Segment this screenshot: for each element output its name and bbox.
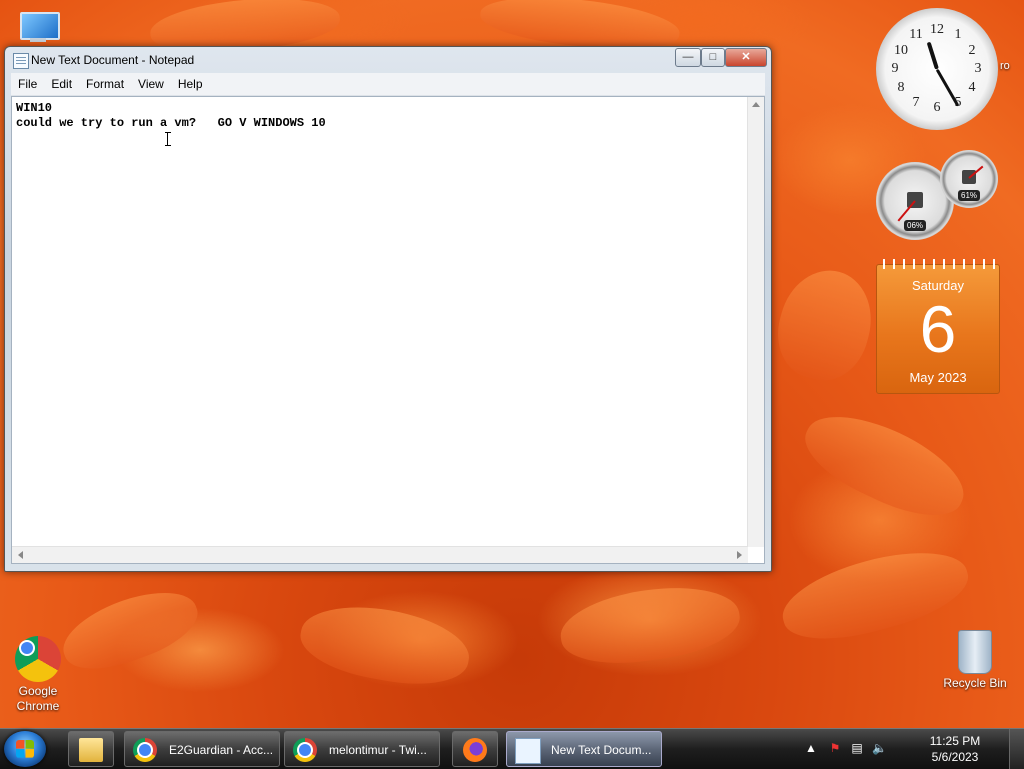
taskbar-button-label: E2Guardian - Acc... xyxy=(169,743,274,757)
menu-edit[interactable]: Edit xyxy=(44,73,79,95)
title-bar[interactable]: New Text Document - Notepad — □ ✕ xyxy=(5,47,771,73)
start-button[interactable] xyxy=(4,731,46,767)
calendar-day-number: 6 xyxy=(919,292,957,366)
window-title: New Text Document - Notepad xyxy=(31,53,195,67)
computer-icon[interactable] xyxy=(16,12,60,44)
scroll-right-icon[interactable] xyxy=(737,551,742,559)
clock-number: 1 xyxy=(954,27,962,42)
network-icon[interactable]: ▤ xyxy=(850,741,864,755)
clock-number: 11 xyxy=(909,27,923,42)
wallpaper-petal xyxy=(793,397,977,533)
show-hidden-icons-icon[interactable]: ▲ xyxy=(804,741,818,755)
calendar-rings xyxy=(879,259,997,269)
chrome-icon xyxy=(133,738,157,762)
clock-number: 9 xyxy=(891,61,899,76)
tray-date: 5/6/2023 xyxy=(931,750,979,764)
menu-format[interactable]: Format xyxy=(79,73,131,95)
volume-icon[interactable]: 🔈 xyxy=(872,741,887,755)
show-desktop-button[interactable] xyxy=(1009,729,1024,769)
taskbar-button-label: New Text Docum... xyxy=(551,743,652,757)
menu-bar: File Edit Format View Help xyxy=(11,73,765,96)
editor-line: WIN10 xyxy=(16,101,53,115)
clock-number: 12 xyxy=(930,22,944,37)
desktop-icon-chrome[interactable]: Google Chrome xyxy=(6,636,70,713)
wallpaper-petal xyxy=(295,595,475,695)
clock-number: 7 xyxy=(912,95,920,110)
calendar-gadget[interactable]: Saturday 6 May 2023 xyxy=(876,259,1000,394)
clock-gadget[interactable]: 12 1 2 3 4 5 6 7 8 9 10 11 xyxy=(876,8,998,130)
wallpaper-petal xyxy=(556,577,744,673)
memory-gauge[interactable]: 61% xyxy=(940,150,998,208)
memory-percent: 61% xyxy=(957,190,981,201)
editor-content[interactable]: WIN10 could we try to run a vm? GO V WIND… xyxy=(16,101,326,131)
clock-side-text: ro xyxy=(1000,60,1010,72)
editor-line: could we try to run a vm? GO V WINDOWS 1… xyxy=(16,116,326,130)
notepad-icon xyxy=(13,53,29,69)
clock-number: 2 xyxy=(968,43,976,58)
wallpaper-petal xyxy=(767,260,883,390)
tray-time: 11:25 PM xyxy=(929,734,981,748)
calendar-weekday: Saturday xyxy=(911,278,965,293)
chrome-icon xyxy=(293,738,317,762)
firefox-icon xyxy=(463,738,487,762)
scroll-left-icon[interactable] xyxy=(18,551,23,559)
taskbar-button-label: melontimur - Twi... xyxy=(329,743,427,757)
clock-number: 6 xyxy=(933,100,941,115)
recycle-bin-icon xyxy=(958,630,992,674)
taskbar-button-twitter[interactable]: melontimur - Twi... xyxy=(284,731,440,767)
cpu-percent: 06% xyxy=(903,220,927,231)
clock-number: 3 xyxy=(974,61,982,76)
horizontal-scrollbar[interactable] xyxy=(12,546,748,563)
taskbar-button-e2guardian[interactable]: E2Guardian - Acc... xyxy=(124,731,280,767)
maximize-button[interactable]: □ xyxy=(701,48,725,67)
wallpaper-petal xyxy=(53,577,207,683)
vertical-scrollbar[interactable] xyxy=(747,97,764,547)
desktop-icon-recycle-bin[interactable]: Recycle Bin xyxy=(940,630,1010,691)
taskbar-button-notepad[interactable]: New Text Docum... xyxy=(506,731,662,767)
taskbar-firefox-button[interactable] xyxy=(452,731,498,767)
desktop-icon-label: Google Chrome xyxy=(16,684,60,713)
chrome-icon xyxy=(15,636,61,682)
clock-number: 8 xyxy=(897,80,905,95)
tray-clock[interactable]: 11:25 PM 5/6/2023 xyxy=(920,733,990,765)
menu-file[interactable]: File xyxy=(11,73,44,95)
scroll-up-icon[interactable] xyxy=(752,102,760,107)
minimize-button[interactable]: — xyxy=(675,48,701,67)
taskbar-explorer-button[interactable] xyxy=(68,731,114,767)
system-tray: ▲ ⚑ ▤ 🔈 11:25 PM 5/6/2023 xyxy=(800,729,990,769)
taskbar: E2Guardian - Acc... melontimur - Twi... … xyxy=(0,728,1024,769)
clock-hour-hand xyxy=(926,41,939,70)
clock-number: 4 xyxy=(968,80,976,95)
notepad-icon xyxy=(515,738,541,764)
menu-view[interactable]: View xyxy=(131,73,171,95)
action-center-flag-icon[interactable]: ⚑ xyxy=(828,741,842,755)
menu-help[interactable]: Help xyxy=(171,73,210,95)
text-editor[interactable]: WIN10 could we try to run a vm? GO V WIND… xyxy=(11,96,765,564)
desktop-icon-label: Recycle Bin xyxy=(943,676,1007,690)
clock-number: 10 xyxy=(894,43,908,58)
folder-icon xyxy=(79,738,103,762)
close-button[interactable]: ✕ xyxy=(725,48,767,67)
calendar-month-year: May 2023 xyxy=(909,370,967,385)
text-cursor-icon xyxy=(165,132,171,146)
notepad-window[interactable]: New Text Document - Notepad — □ ✕ File Ed… xyxy=(4,46,772,572)
